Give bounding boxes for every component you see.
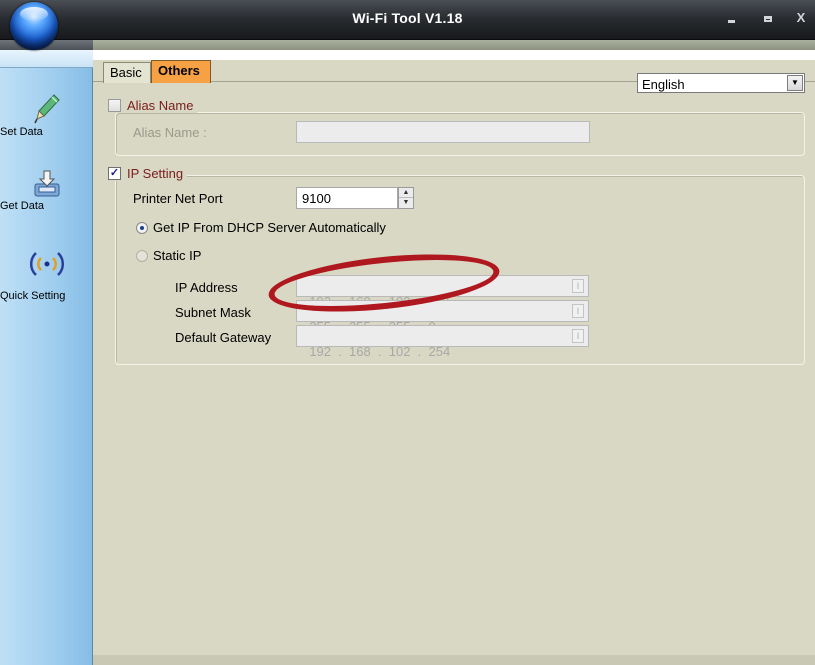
ip-setting-checkbox[interactable]: ✓ <box>108 166 121 180</box>
download-tray-icon <box>34 170 59 197</box>
ip-field-cursor-icon: I <box>572 329 584 343</box>
ip-address-label: IP Address <box>175 280 238 295</box>
static-ip-radio[interactable] <box>136 250 148 262</box>
sidebar-item-quick-setting[interactable]: Quick Setting <box>0 248 93 302</box>
default-gateway-value: 192 . 168 . 102 . 254 <box>309 344 451 359</box>
default-gateway-label: Default Gateway <box>175 330 272 345</box>
tab-others[interactable]: Others <box>151 60 211 83</box>
title-bar: Wi-Fi Tool V1.18 X <box>0 0 815 40</box>
close-button[interactable]: X <box>790 10 812 28</box>
default-gateway-field[interactable]: 192 . 168 . 102 . 254 I <box>296 325 589 359</box>
alias-name-label: Alias Name : <box>133 125 207 140</box>
alias-name-input[interactable] <box>296 121 590 143</box>
ip-setting-group-title: ✓ IP Setting <box>106 165 188 181</box>
sidebar-item-label: Set Data <box>0 126 43 138</box>
stepper-down-icon[interactable]: ▼ <box>399 198 413 208</box>
printer-net-port-input[interactable]: 9100 <box>296 187 398 209</box>
toolbar-strip-right <box>93 40 815 50</box>
bottom-bar <box>93 655 815 665</box>
app-orb-icon[interactable] <box>10 2 58 50</box>
alias-name-group-title: Alias Name <box>106 97 198 113</box>
sidebar-item-label: Get Data <box>0 200 45 212</box>
alias-name-title-text: Alias Name <box>127 97 194 113</box>
minimize-button[interactable] <box>720 10 742 28</box>
pen-icon <box>33 94 60 124</box>
sidebar: Set Data Get Data Quick Setting <box>0 50 93 665</box>
ip-field-cursor-icon: I <box>572 279 584 293</box>
tab-basic[interactable]: Basic <box>103 62 151 83</box>
minimize-icon <box>727 20 735 23</box>
ip-field-cursor-icon: I <box>572 304 584 318</box>
stepper-up-icon[interactable]: ▲ <box>399 188 413 198</box>
wireless-icon <box>29 252 64 276</box>
language-selected-value: English <box>642 77 685 92</box>
sidebar-item-get-data[interactable]: Get Data <box>0 168 93 212</box>
subnet-mask-label: Subnet Mask <box>175 305 251 320</box>
dhcp-radio[interactable] <box>136 222 148 234</box>
maximize-button[interactable] <box>757 10 779 28</box>
net-port-stepper[interactable]: ▲ ▼ <box>398 187 414 209</box>
alias-name-checkbox[interactable] <box>108 98 121 112</box>
static-ip-label: Static IP <box>153 248 202 263</box>
window-title: Wi-Fi Tool V1.18 <box>352 10 463 26</box>
sidebar-header <box>0 50 93 68</box>
dhcp-label: Get IP From DHCP Server Automatically <box>153 220 386 235</box>
maximize-icon <box>764 16 772 22</box>
sidebar-item-label: Quick Setting <box>0 290 66 302</box>
chevron-down-icon[interactable]: ▼ <box>787 75 803 91</box>
sidebar-item-set-data[interactable]: Set Data <box>0 92 93 138</box>
printer-net-port-label: Printer Net Port <box>133 191 223 206</box>
language-select[interactable]: English ▼ <box>637 73 805 93</box>
ip-setting-title-text: IP Setting <box>127 165 184 181</box>
